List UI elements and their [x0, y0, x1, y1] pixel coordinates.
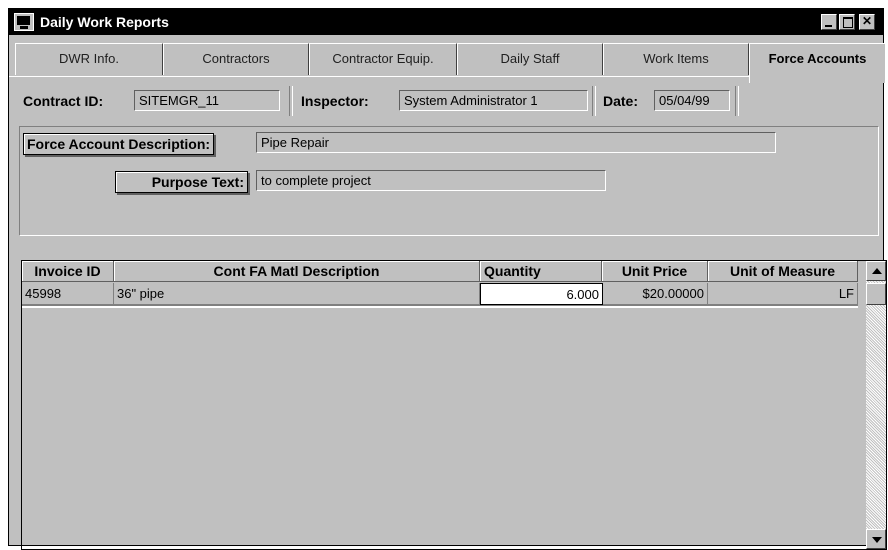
tab-contractors[interactable]: Contractors	[163, 43, 309, 75]
arrow-up-icon	[872, 268, 882, 274]
force-account-description-label: Force Account Description:	[23, 133, 215, 155]
vertical-scrollbar[interactable]	[866, 261, 886, 549]
title-bar[interactable]: Daily Work Reports ✕	[9, 9, 883, 35]
cell-unit-of-measure[interactable]: LF	[708, 283, 858, 305]
daily-work-reports-window: Daily Work Reports ✕ DWR Info. Contracto…	[8, 8, 887, 550]
force-account-description-field[interactable]: Pipe Repair	[256, 132, 776, 153]
scroll-thumb[interactable]	[866, 283, 886, 305]
cell-description[interactable]: 36" pipe	[114, 283, 480, 305]
cell-invoice-id[interactable]: 45998	[22, 283, 114, 305]
column-description[interactable]: Cont FA Matl Description	[114, 261, 480, 282]
date-label: Date:	[603, 93, 639, 109]
tab-force-accounts[interactable]: Force Accounts	[749, 43, 885, 83]
inspector-field[interactable]: System Administrator 1	[399, 90, 588, 111]
column-invoice-id[interactable]: Invoice ID	[22, 261, 114, 282]
contract-id-label: Contract ID:	[23, 93, 104, 109]
tab-contractor-equip[interactable]: Contractor Equip.	[309, 43, 457, 75]
tab-work-items[interactable]: Work Items	[603, 43, 749, 75]
scroll-up-button[interactable]	[866, 261, 886, 281]
cell-quantity[interactable]: 6.000	[480, 283, 603, 305]
contract-id-field[interactable]: SITEMGR_11	[134, 90, 280, 111]
maximize-button[interactable]	[839, 14, 855, 30]
minimize-icon	[825, 25, 832, 27]
tab-dwr-info[interactable]: DWR Info.	[15, 43, 163, 75]
tab-daily-staff[interactable]: Daily Staff	[457, 43, 603, 75]
materials-table: Invoice ID Cont FA Matl Description Quan…	[21, 260, 887, 550]
scroll-down-button[interactable]	[866, 529, 886, 549]
date-field[interactable]: 05/04/99	[654, 90, 730, 111]
minimize-button[interactable]	[821, 14, 837, 30]
column-quantity[interactable]: Quantity	[480, 261, 602, 282]
maximize-icon	[843, 17, 853, 28]
column-unit-of-measure[interactable]: Unit of Measure	[708, 261, 858, 282]
purpose-text-label: Purpose Text:	[115, 171, 248, 193]
window-title: Daily Work Reports	[40, 14, 169, 30]
tab-bar: DWR Info. Contractors Contractor Equip. …	[9, 43, 885, 85]
cell-unit-price[interactable]: $20.00000	[603, 283, 708, 305]
column-unit-price[interactable]: Unit Price	[602, 261, 708, 282]
close-icon: ✕	[861, 14, 873, 28]
inspector-label: Inspector:	[301, 93, 369, 109]
app-icon[interactable]	[14, 13, 34, 31]
purpose-text-field[interactable]: to complete project	[256, 170, 606, 191]
force-account-panel: Force Account Description: Pipe Repair P…	[19, 126, 879, 236]
close-button[interactable]: ✕	[859, 14, 875, 30]
arrow-down-icon	[872, 537, 882, 543]
